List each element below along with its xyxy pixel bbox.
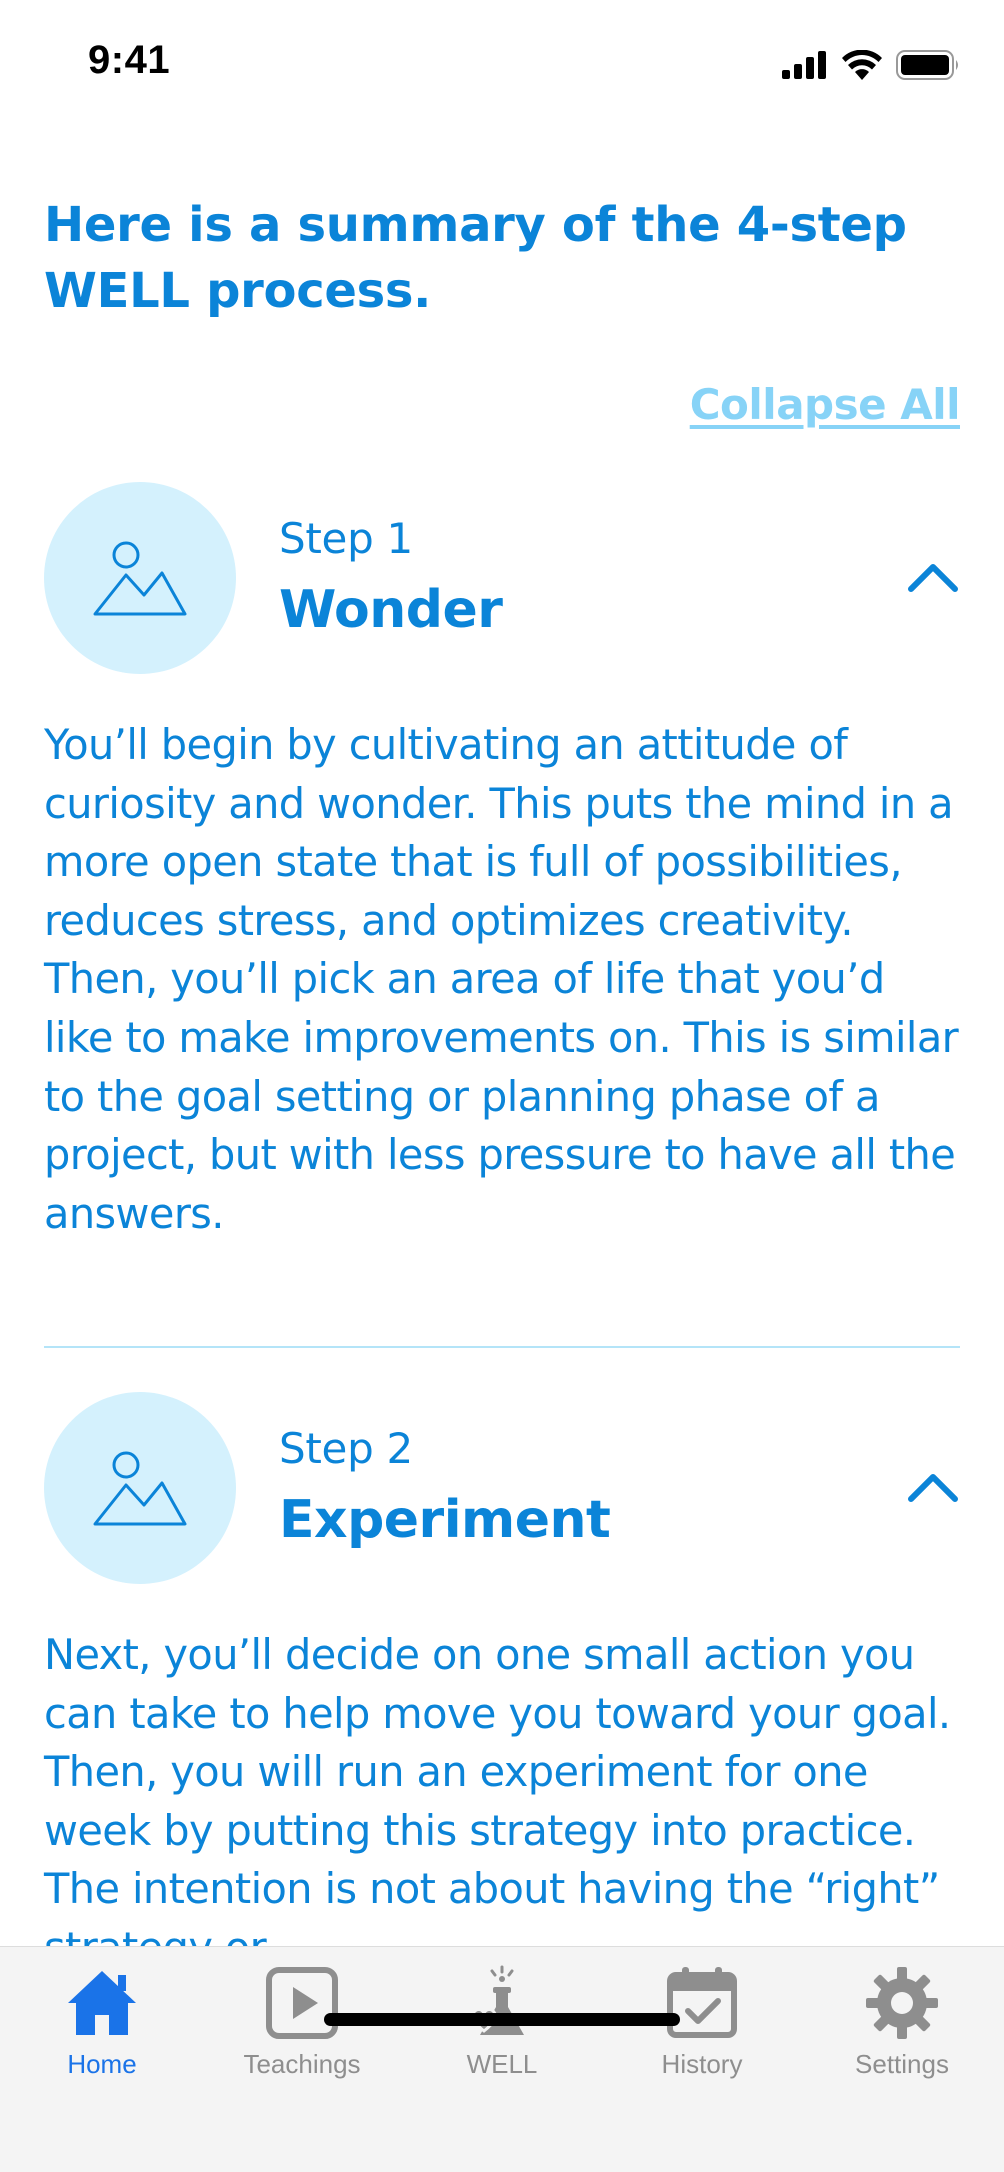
calendar-check-icon xyxy=(667,1967,737,2038)
tab-home[interactable]: Home xyxy=(2,1965,202,2085)
tab-label: Teachings xyxy=(243,2049,361,2079)
step-divider xyxy=(44,1346,960,1348)
step-image-placeholder xyxy=(44,482,236,674)
gear-icon xyxy=(866,1967,938,2039)
tab-settings[interactable]: Settings xyxy=(802,1965,1002,2085)
step-card: Step 1 Wonder You’ll begin by cultivatin… xyxy=(44,482,960,1243)
image-placeholder-icon xyxy=(93,1451,187,1526)
wifi-icon xyxy=(842,50,882,80)
battery-icon xyxy=(896,50,958,80)
step-header[interactable]: Step 1 Wonder xyxy=(44,482,960,674)
step-name: Experiment xyxy=(279,1490,611,1550)
step-number: Step 2 xyxy=(279,1424,413,1473)
step-description: You’ll begin by cultivating an attitude … xyxy=(44,720,959,1238)
home-indicator xyxy=(324,2013,680,2026)
page-title: Here is a summary of the 4-step WELL pro… xyxy=(44,197,907,319)
collapse-all-link[interactable]: Collapse All xyxy=(690,380,961,429)
home-icon xyxy=(68,1971,136,2035)
status-bar: 9:41 xyxy=(0,0,1004,130)
step-number: Step 1 xyxy=(279,514,413,563)
step-description: Next, you’ll decide on one small action … xyxy=(44,1630,951,1946)
tab-label: WELL xyxy=(466,2049,538,2079)
flask-icon xyxy=(470,1965,524,2035)
step-image-placeholder xyxy=(44,1392,236,1584)
image-placeholder-icon xyxy=(93,541,187,616)
step-header[interactable]: Step 2 Experiment xyxy=(44,1392,960,1584)
status-icons xyxy=(782,48,960,82)
tab-bar: Home Teachings WELL History Settings xyxy=(0,1946,1004,2172)
status-time: 9:41 xyxy=(88,38,171,82)
summary-scroll-view[interactable]: Here is a summary of the 4-step WELL pro… xyxy=(0,130,1004,1946)
play-icon xyxy=(266,1967,338,2039)
tab-label: Settings xyxy=(855,2049,949,2079)
step-card: Step 2 Experiment Next, you’ll decide on… xyxy=(44,1392,960,1946)
tab-label: Home xyxy=(67,2049,137,2079)
tab-label: History xyxy=(661,2049,743,2079)
step-name: Wonder xyxy=(279,580,503,640)
cellular-signal-icon xyxy=(782,51,826,79)
chevron-up-icon[interactable] xyxy=(906,558,960,594)
chevron-up-icon[interactable] xyxy=(906,1468,960,1504)
